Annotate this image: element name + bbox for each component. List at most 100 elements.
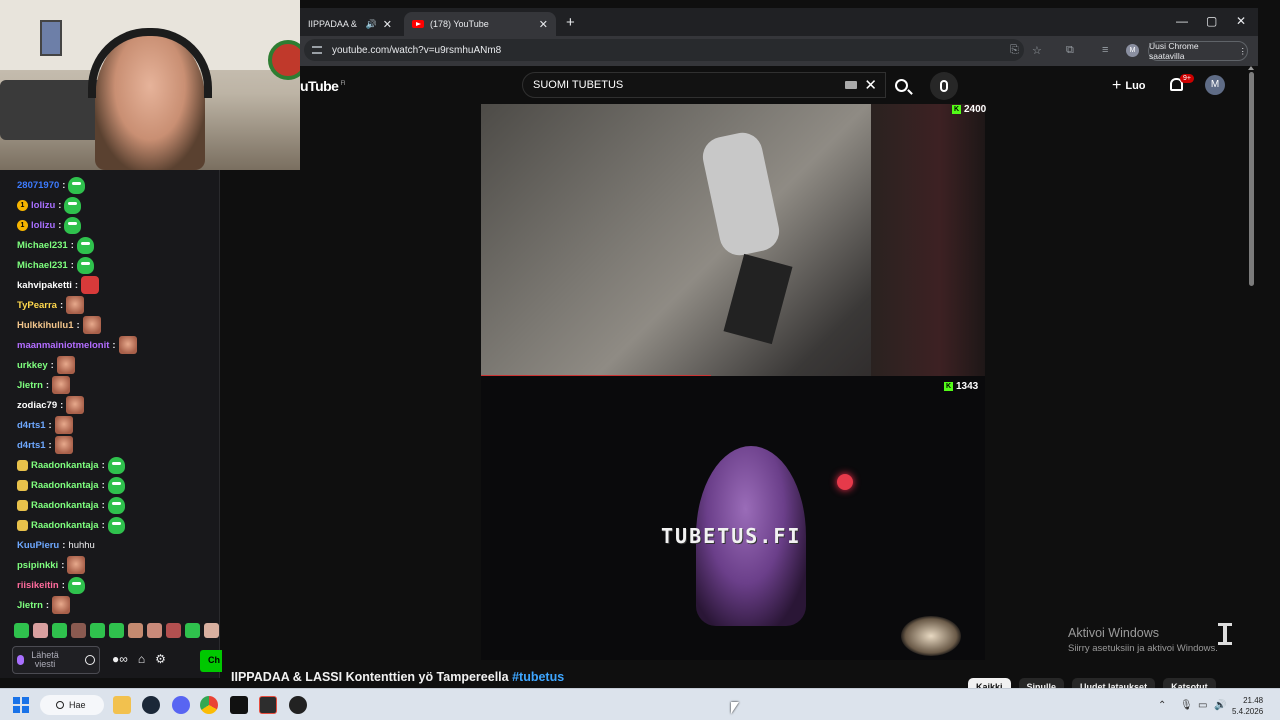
quick-emote-icon[interactable] xyxy=(185,623,200,638)
chat-username[interactable]: Raadonkantaja xyxy=(31,520,99,531)
pepe-emote-icon xyxy=(107,476,125,494)
quick-emote-icon[interactable] xyxy=(14,623,29,638)
minimize-button[interactable]: — xyxy=(1176,14,1188,28)
emoji-picker-icon[interactable] xyxy=(85,655,95,665)
quick-emote-icon[interactable] xyxy=(166,623,181,638)
youtube-logo[interactable]: uTube FI xyxy=(300,78,345,94)
overlay-tool-icon[interactable] xyxy=(1218,623,1232,645)
scroll-up-arrow-icon[interactable] xyxy=(1248,66,1254,70)
search-query[interactable]: SUOMI TUBETUS xyxy=(533,79,623,91)
chat-username[interactable]: riisikeitin xyxy=(17,580,59,591)
chat-settings-gear-icon[interactable]: ⚙ xyxy=(155,652,166,666)
chat-username[interactable]: urkkey xyxy=(17,360,48,371)
chat-username[interactable]: Raadonkantaja xyxy=(31,480,99,491)
tray-overflow-chevron-icon[interactable]: ⌃ xyxy=(1158,700,1166,711)
voice-search-button[interactable] xyxy=(930,72,958,100)
chat-send-button[interactable]: Ch xyxy=(200,650,222,672)
chat-username[interactable]: Jietrn xyxy=(17,380,43,391)
chat-username[interactable]: d4rts1 xyxy=(17,440,46,451)
quick-emote-icon[interactable] xyxy=(147,623,162,638)
close-tab-icon[interactable]: ✕ xyxy=(539,18,548,31)
quick-emote-icon[interactable] xyxy=(204,623,219,638)
network-icon[interactable]: ▭ xyxy=(1198,700,1207,711)
pepe-emote-icon xyxy=(68,176,86,194)
chat-username[interactable]: Jietrn xyxy=(17,600,43,611)
emote-quick-bar xyxy=(14,623,219,638)
chat-separator: : xyxy=(112,339,116,351)
chat-username[interactable]: maanmainiotmelonit xyxy=(17,340,109,351)
scroll-thumb[interactable] xyxy=(1249,72,1254,286)
omnibox[interactable]: youtube.com/watch?v=u9rsmhuANm8 xyxy=(304,39,1024,61)
activation-subtitle: Siirry asetuksiin ja aktivoi Windows. xyxy=(1068,643,1218,654)
volume-icon[interactable]: 🔊 xyxy=(1214,700,1226,711)
chat-username[interactable]: d4rts1 xyxy=(17,420,46,431)
reading-list-icon[interactable]: ≡ xyxy=(1102,44,1108,56)
youtube-account-avatar[interactable]: M xyxy=(1205,75,1225,95)
maximize-button[interactable]: ▢ xyxy=(1206,14,1217,28)
steam-icon[interactable] xyxy=(142,696,160,714)
chat-username[interactable]: Raadonkantaja xyxy=(31,460,99,471)
windows-start-icon[interactable] xyxy=(13,697,29,713)
close-tab-icon[interactable]: ✕ xyxy=(383,18,392,31)
install-app-icon[interactable]: ⎘ xyxy=(1010,44,1019,57)
site-info-icon[interactable] xyxy=(312,46,322,54)
file-explorer-icon[interactable] xyxy=(113,696,131,714)
chat-username[interactable]: psipinkki xyxy=(17,560,58,571)
rewards-icon[interactable]: ●∞ xyxy=(112,652,128,666)
chat-username[interactable]: KuuPieru xyxy=(17,540,59,551)
microphone-tray-icon[interactable]: 🎙 xyxy=(1180,700,1193,711)
quick-emote-icon[interactable] xyxy=(33,623,48,638)
chat-username[interactable]: Michael231 xyxy=(17,260,68,271)
chat-separator: : xyxy=(60,399,64,411)
chat-username[interactable]: Michael231 xyxy=(17,240,68,251)
microphone-icon[interactable] xyxy=(17,655,24,665)
url-text[interactable]: youtube.com/watch?v=u9rsmhuANm8 xyxy=(332,45,501,56)
video-hashtag-link[interactable]: #tubetus xyxy=(512,670,564,684)
quick-emote-icon[interactable] xyxy=(109,623,124,638)
chat-username[interactable]: kahvipaketti xyxy=(17,280,72,291)
tab-youtube[interactable]: (178) YouTube ✕ xyxy=(404,12,556,36)
chrome-update-button[interactable]: Uusi Chrome saatavilla ⋮ xyxy=(1148,41,1248,61)
kick-logo-icon: K xyxy=(944,382,953,391)
obs-icon[interactable] xyxy=(289,696,307,714)
quick-emote-icon[interactable] xyxy=(90,623,105,638)
taskbar-search[interactable]: Hae xyxy=(40,695,104,715)
discord-icon[interactable] xyxy=(172,696,190,714)
page-scrollbar[interactable] xyxy=(1246,66,1256,670)
tab-kick-stream[interactable]: IIPPADAA & LASSI Ko 🔊 ✕ xyxy=(300,12,400,36)
quick-emote-icon[interactable] xyxy=(71,623,86,638)
video-frame-top[interactable] xyxy=(481,104,985,376)
bookmark-star-icon[interactable]: ☆ xyxy=(1032,44,1042,57)
chat-input[interactable]: Lähetä viesti xyxy=(12,646,100,674)
x-app-icon[interactable] xyxy=(230,696,248,714)
video-title: IIPPADAA & LASSI Kontenttien yö Tamperee… xyxy=(231,670,564,684)
chat-username[interactable]: TyPearra xyxy=(17,300,57,311)
chat-username[interactable]: lolizu xyxy=(31,200,55,211)
quick-emote-icon[interactable] xyxy=(128,623,143,638)
quick-emote-icon[interactable] xyxy=(52,623,67,638)
search-button[interactable] xyxy=(886,72,916,98)
search-input[interactable]: SUOMI TUBETUS ✕ xyxy=(522,72,886,98)
extensions-icon[interactable]: ⧉ xyxy=(1066,44,1074,57)
chat-username[interactable]: zodiac79 xyxy=(17,400,57,411)
clear-search-icon[interactable]: ✕ xyxy=(864,76,877,94)
new-tab-button[interactable]: + xyxy=(566,14,575,31)
chrome-profile-avatar[interactable]: M xyxy=(1126,44,1139,57)
create-button[interactable]: + Luo xyxy=(1112,77,1146,95)
more-menu-icon[interactable]: ⋮ xyxy=(1239,46,1248,57)
chrome-icon[interactable] xyxy=(200,696,218,714)
video-frame-bottom[interactable]: TUBETUS.FI xyxy=(481,376,985,660)
viewer-count-top: K 2400 xyxy=(952,104,986,115)
chat-separator: : xyxy=(101,519,105,531)
chat-username[interactable]: Hulkkihullu1 xyxy=(17,320,73,331)
keyboard-icon[interactable] xyxy=(845,81,857,89)
close-window-button[interactable]: ✕ xyxy=(1236,14,1246,28)
face-emote-icon xyxy=(52,376,71,394)
taskbar-clock[interactable]: 21.48 5.4.2026 xyxy=(1232,695,1263,717)
store-icon[interactable]: ⌂ xyxy=(138,652,145,666)
chat-username[interactable]: Raadonkantaja xyxy=(31,500,99,511)
chat-username[interactable]: 28071970 xyxy=(17,180,59,191)
chat-username[interactable]: lolizu xyxy=(31,220,55,231)
chat-separator: : xyxy=(61,559,65,571)
video-editor-icon[interactable] xyxy=(259,696,277,714)
